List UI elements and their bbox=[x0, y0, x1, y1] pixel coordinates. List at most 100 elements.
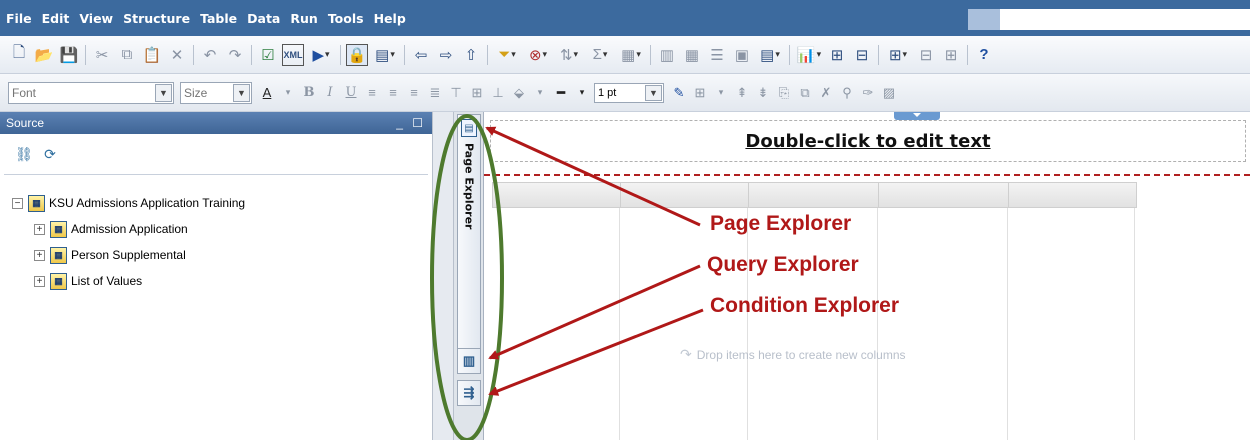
menu-run[interactable]: Run bbox=[290, 11, 317, 26]
menubar-search-input[interactable] bbox=[1000, 9, 1250, 30]
expand-icon[interactable]: + bbox=[34, 275, 45, 287]
font-color-icon[interactable]: A bbox=[258, 82, 276, 104]
chevron-down-icon[interactable]: ▾ bbox=[279, 82, 297, 104]
data-format-icon[interactable]: ⊟ bbox=[851, 44, 873, 66]
fill-color-icon[interactable]: ⬙ bbox=[510, 82, 528, 104]
justify-icon[interactable]: ≣ bbox=[426, 82, 444, 104]
merge-cells-icon[interactable]: ⊟ bbox=[915, 44, 937, 66]
paste-icon[interactable]: 📋 bbox=[141, 44, 163, 66]
redo-icon[interactable]: ↷ bbox=[224, 44, 246, 66]
valign-middle-icon[interactable]: ⊞ bbox=[468, 82, 486, 104]
validate-report-icon[interactable]: ☑ bbox=[257, 44, 279, 66]
padding-icon[interactable]: ⇞ bbox=[733, 82, 751, 104]
split-cells-icon[interactable]: ⊞ bbox=[940, 44, 962, 66]
size-input[interactable] bbox=[181, 82, 229, 103]
refresh-icon[interactable]: ⟳ bbox=[40, 144, 60, 164]
drill-icon[interactable]: ⊞ bbox=[826, 44, 848, 66]
menu-edit[interactable]: Edit bbox=[42, 11, 70, 26]
tree-root[interactable]: − ▦ KSU Admissions Application Training bbox=[12, 190, 245, 216]
view-members-icon[interactable]: ⛓ bbox=[14, 144, 34, 164]
pick-style-icon[interactable]: ⚲ bbox=[838, 82, 856, 104]
back-arrow-icon[interactable]: ⇦ bbox=[410, 44, 432, 66]
group-icon[interactable]: ▦ bbox=[617, 44, 645, 66]
delete-icon[interactable]: ✕ bbox=[166, 44, 188, 66]
underline-icon[interactable]: U bbox=[342, 82, 360, 104]
suppress-icon[interactable]: ⊗ bbox=[524, 44, 552, 66]
menu-structure[interactable]: Structure bbox=[123, 11, 190, 26]
copy-icon[interactable]: ⧉ bbox=[116, 44, 138, 66]
expand-icon[interactable]: + bbox=[34, 249, 45, 261]
menu-tools[interactable]: Tools bbox=[328, 11, 364, 26]
cut-icon[interactable]: ✂ bbox=[91, 44, 113, 66]
section-icon[interactable]: ▥ bbox=[656, 44, 678, 66]
collapse-icon[interactable]: − bbox=[12, 197, 23, 209]
font-input[interactable] bbox=[9, 82, 149, 103]
run-report-icon[interactable]: ▶ bbox=[307, 44, 335, 66]
calculation-icon[interactable]: ▤ bbox=[756, 44, 784, 66]
chevron-down-icon[interactable]: ▾ bbox=[531, 82, 549, 104]
table-icon[interactable]: ⊞ bbox=[884, 44, 912, 66]
save-icon[interactable]: 💾 bbox=[58, 44, 80, 66]
size-combo[interactable]: ▼ bbox=[180, 81, 252, 104]
line-color-icon[interactable]: ✎ bbox=[670, 82, 688, 104]
align-right-icon[interactable]: ≡ bbox=[405, 82, 423, 104]
sort-icon[interactable]: ⇅ bbox=[555, 44, 583, 66]
menu-table[interactable]: Table bbox=[200, 11, 237, 26]
clear-style-icon[interactable]: ✗ bbox=[817, 82, 835, 104]
chevron-down-icon[interactable]: ▾ bbox=[573, 82, 591, 104]
valign-top-icon[interactable]: ⊤ bbox=[447, 82, 465, 104]
filter-icon[interactable]: ⏷ bbox=[493, 44, 521, 66]
open-folder-icon[interactable]: 📂 bbox=[33, 44, 55, 66]
expand-icon[interactable]: + bbox=[34, 223, 45, 235]
undo-icon[interactable]: ↶ bbox=[199, 44, 221, 66]
page-explorer-tab[interactable]: ▤ Page Explorer bbox=[457, 114, 481, 352]
italic-icon[interactable]: I bbox=[321, 82, 339, 104]
list-column-header[interactable] bbox=[493, 183, 621, 207]
menu-view[interactable]: View bbox=[79, 11, 113, 26]
help-icon[interactable]: ? bbox=[973, 44, 995, 66]
minimize-maximize-icon[interactable]: _ ☐ bbox=[396, 116, 426, 130]
report-title-block[interactable]: Double-click to edit text bbox=[490, 120, 1246, 162]
valign-bottom-icon[interactable]: ⊥ bbox=[489, 82, 507, 104]
xml-icon[interactable]: XML bbox=[282, 43, 304, 66]
tree-item[interactable]: + ▦ Person Supplemental bbox=[34, 242, 245, 268]
chevron-down-icon[interactable]: ▼ bbox=[155, 83, 172, 102]
insert-row-icon[interactable]: ☰ bbox=[706, 44, 728, 66]
apply-style-icon[interactable]: ✑ bbox=[859, 82, 877, 104]
tree-item[interactable]: + ▦ List of Values bbox=[34, 268, 245, 294]
pane-splitter[interactable] bbox=[432, 112, 454, 440]
chevron-down-icon[interactable]: ▼ bbox=[233, 83, 250, 102]
lock-icon[interactable]: 🔒 bbox=[346, 43, 368, 66]
line-width-combo[interactable]: 1 pt ▼ bbox=[594, 82, 664, 103]
up-arrow-icon[interactable]: ⇧ bbox=[460, 44, 482, 66]
align-center-icon[interactable]: ≡ bbox=[384, 82, 402, 104]
summarize-icon[interactable]: Σ bbox=[586, 44, 614, 66]
margin-icon[interactable]: ⇟ bbox=[754, 82, 772, 104]
chart-icon[interactable]: 📊 bbox=[795, 44, 823, 66]
report-title-text[interactable]: Double-click to edit text bbox=[745, 131, 990, 152]
image-icon[interactable]: ▨ bbox=[880, 82, 898, 104]
font-combo[interactable]: ▼ bbox=[8, 81, 174, 104]
style-icon[interactable]: ⧉ bbox=[796, 82, 814, 104]
query-explorer-tab[interactable]: ▥ bbox=[457, 348, 481, 374]
menu-file[interactable]: File bbox=[6, 11, 32, 26]
align-left-icon[interactable]: ≡ bbox=[363, 82, 381, 104]
chevron-down-icon[interactable]: ▼ bbox=[645, 84, 662, 101]
insert-table-icon[interactable]: ▣ bbox=[731, 44, 753, 66]
list-column-header[interactable] bbox=[621, 183, 749, 207]
list-column-header[interactable] bbox=[749, 183, 879, 207]
header-collapse-handle[interactable] bbox=[894, 112, 940, 120]
forward-arrow-icon[interactable]: ⇨ bbox=[435, 44, 457, 66]
conditional-style-icon[interactable]: ⎘ bbox=[775, 82, 793, 104]
menu-help[interactable]: Help bbox=[374, 11, 406, 26]
list-column-header[interactable] bbox=[1009, 183, 1136, 207]
tree-item[interactable]: + ▦ Admission Application bbox=[34, 216, 245, 242]
list-column-header[interactable] bbox=[879, 183, 1009, 207]
line-style-icon[interactable]: ━ bbox=[552, 82, 570, 104]
new-icon[interactable]: 🗋 bbox=[8, 44, 30, 66]
borders-icon[interactable]: ⊞ bbox=[691, 82, 709, 104]
drop-zone-hint[interactable]: ↷ Drop items here to create new columns bbox=[680, 346, 906, 363]
chevron-down-icon[interactable]: ▾ bbox=[712, 82, 730, 104]
page-layout-icon[interactable]: ▤ bbox=[371, 44, 399, 66]
bold-icon[interactable]: B bbox=[300, 82, 318, 104]
